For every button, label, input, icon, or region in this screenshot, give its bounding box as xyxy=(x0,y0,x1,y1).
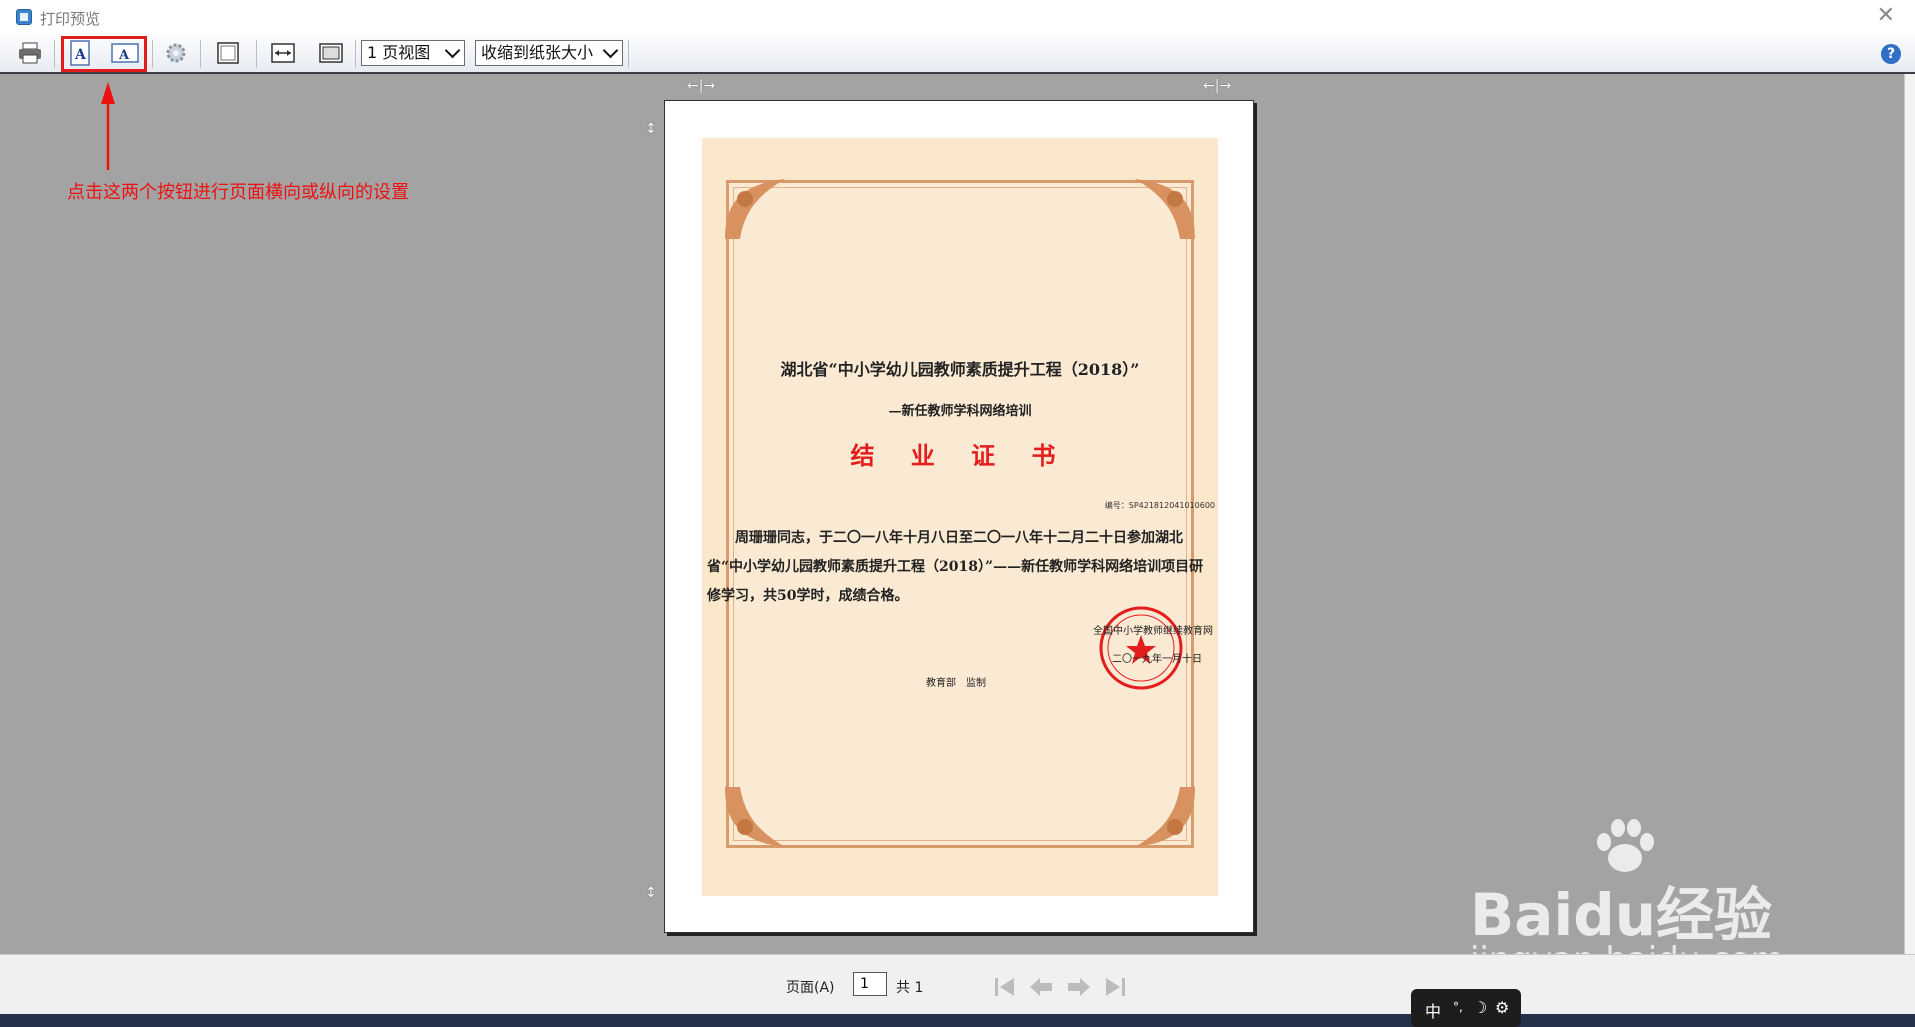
certificate-subtitle: —新任教师学科网络培训 xyxy=(888,404,1032,419)
toolbar: A A 1 页视图 收缩到纸张大小 ? xyxy=(0,34,1915,74)
view-select-value: 1 页视图 xyxy=(367,43,431,62)
ornament-corner xyxy=(725,787,785,847)
margin-handle-left[interactable]: ←|→ xyxy=(687,78,715,94)
chevron-down-icon xyxy=(602,42,619,59)
moon-icon[interactable]: ☽ xyxy=(1473,998,1487,1017)
ime-language[interactable]: 中 xyxy=(1425,998,1441,1022)
previous-page-icon[interactable] xyxy=(1028,975,1054,999)
certificate-number: 编号：SP421812041010600 xyxy=(1104,501,1215,510)
annotation-text: 点击这两个按钮进行页面横向或纵向的设置 xyxy=(67,182,409,203)
ornament-corner xyxy=(725,179,785,239)
page-label: 页面(A) xyxy=(786,980,835,996)
next-page-icon[interactable] xyxy=(1066,975,1092,999)
annotation-arrow xyxy=(101,82,115,170)
chevron-down-icon xyxy=(444,42,461,59)
certificate: 湖北省“中小学幼儿园教师素质提升工程（2018）” —新任教师学科网络培训 结 … xyxy=(702,138,1218,896)
fit-page-icon[interactable] xyxy=(316,38,346,68)
certificate-issuer: 全国中小学教师继续教育网 xyxy=(1093,626,1213,637)
certificate-supervisor: 教育部 监制 xyxy=(926,678,986,689)
zoom-select[interactable]: 收缩到纸张大小 xyxy=(475,40,623,66)
certificate-date: 二〇一九年一月十日 xyxy=(1112,654,1202,665)
vertical-scrollbar[interactable] xyxy=(1904,74,1915,954)
status-bar: 页面(A) 1 共 1 xyxy=(0,954,1915,1015)
margin-handle-top[interactable]: ↕ xyxy=(645,122,657,136)
ornament-corner xyxy=(1135,179,1195,239)
help-icon[interactable]: ? xyxy=(1881,44,1901,64)
certificate-heading: 结 业 证 书 xyxy=(850,441,1070,470)
taskbar xyxy=(0,1014,1915,1027)
page-number-input[interactable]: 1 xyxy=(853,972,887,996)
page-view-icon[interactable] xyxy=(213,38,243,68)
close-icon[interactable]: ✕ xyxy=(1877,4,1895,28)
first-page-icon[interactable] xyxy=(992,975,1018,999)
ime-toolbar[interactable]: 中 °, ☽ ⚙ xyxy=(1411,989,1521,1027)
certificate-body: 周珊珊同志，于二〇一八年十月八日至二〇一八年十二月二十日参加湖北省“中小学幼儿园… xyxy=(707,530,1204,604)
margin-handle-bottom[interactable]: ↕ xyxy=(645,886,657,900)
page-total: 共 1 xyxy=(896,980,924,996)
fit-width-icon[interactable] xyxy=(268,38,298,68)
ornament-corner xyxy=(1135,787,1195,847)
certificate-title: 湖北省“中小学幼儿园教师素质提升工程（2018）” xyxy=(780,360,1140,379)
ime-punctuation[interactable]: °, xyxy=(1453,1000,1463,1014)
last-page-icon[interactable] xyxy=(1102,975,1128,999)
margin-handle-right[interactable]: ←|→ xyxy=(1203,78,1231,94)
view-select[interactable]: 1 页视图 xyxy=(361,40,465,66)
gear-icon[interactable]: ⚙ xyxy=(1495,998,1509,1017)
zoom-select-value: 收缩到纸张大小 xyxy=(481,43,594,62)
official-seal xyxy=(1099,606,1183,690)
certificate-border xyxy=(726,180,1194,848)
print-preview-page: 湖北省“中小学幼儿园教师素质提升工程（2018）” —新任教师学科网络培训 结 … xyxy=(664,100,1254,933)
title-bar: 打印预览 ✕ xyxy=(0,0,1915,34)
